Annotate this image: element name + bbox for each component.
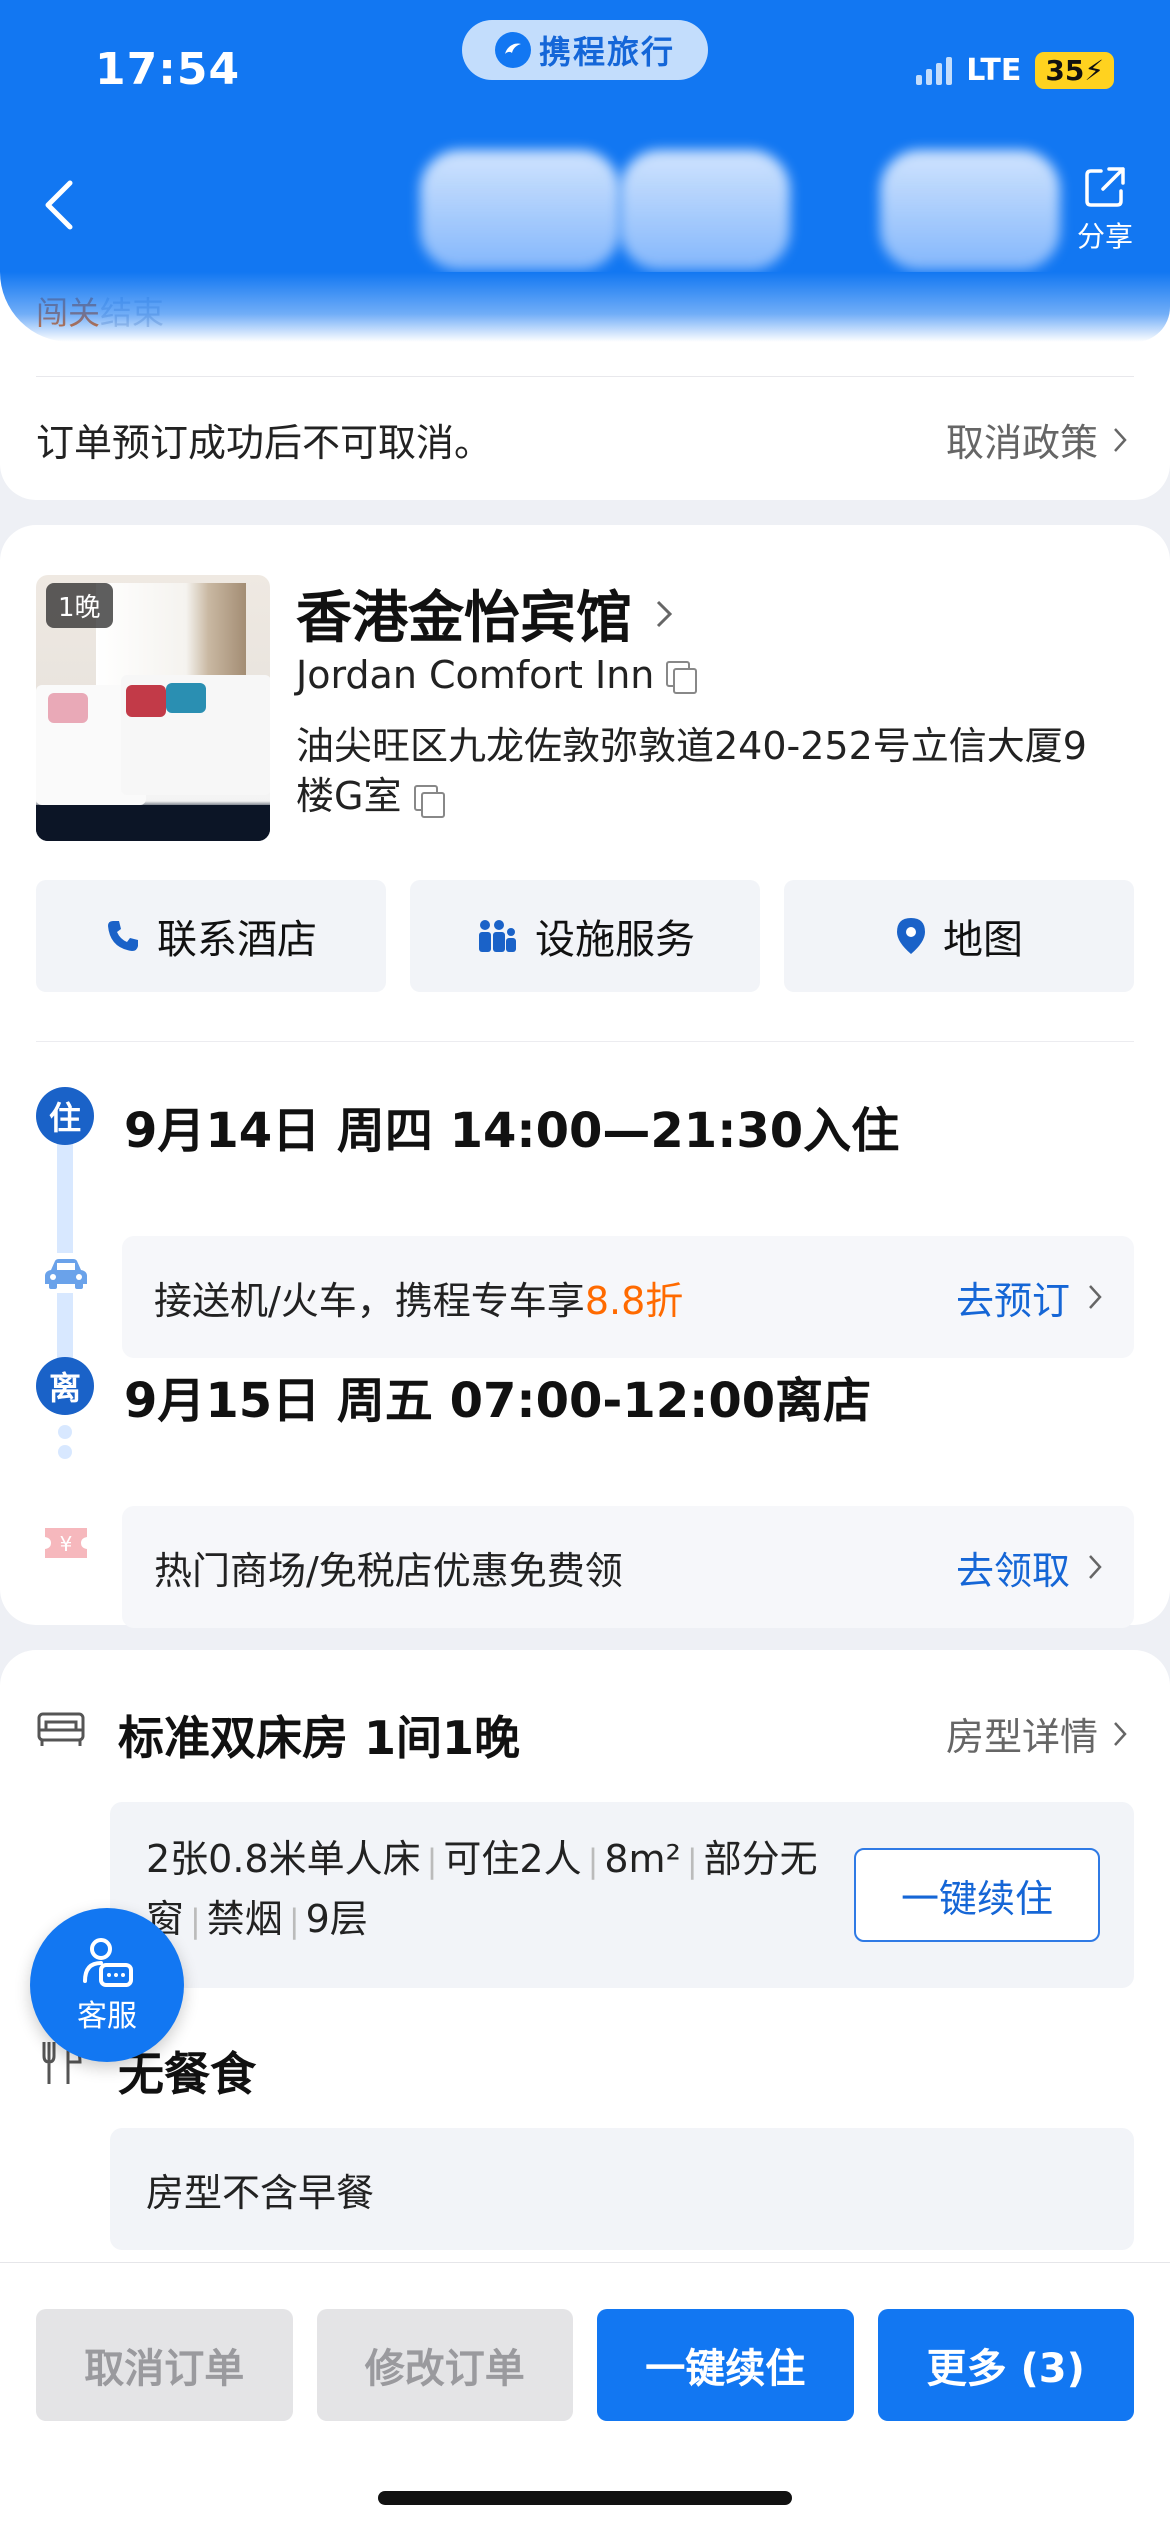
chevron-right-icon (656, 600, 673, 627)
timeline-dots (58, 1425, 72, 1459)
battery-icon: 35⚡ (1035, 52, 1114, 89)
chevron-left-icon (45, 180, 73, 230)
hotel-card: 1晚 香港金怡宾馆 Jordan Comfort Inn 油尖旺区九龙佐敦弥敦道… (0, 525, 1170, 1628)
contact-hotel-label: 联系酒店 (157, 917, 317, 963)
checkout-date: 9月15日 周五 07:00-12:00离店 (124, 1373, 872, 1429)
room-detail-link[interactable]: 房型详情 (946, 1706, 1128, 1761)
transfer-promo-text: 接送机/火车，携程专车享8.8折 (154, 1278, 684, 1323)
chevron-right-icon (1089, 1555, 1102, 1579)
redacted-smear (0, 272, 1170, 342)
car-icon (42, 1253, 90, 1293)
order-status-card: 闯关结束 订单预订成功后不可取消。 取消政策 (0, 272, 1170, 500)
map-label: 地图 (943, 917, 1023, 963)
hotel-name-en-row: Jordan Comfort Inn (296, 653, 698, 697)
copy-icon[interactable] (413, 784, 445, 818)
back-button[interactable] (40, 175, 90, 235)
share-icon (1085, 167, 1125, 207)
shopping-promo-text: 热门商场/免税店优惠免费领 (154, 1548, 623, 1593)
divider (36, 376, 1134, 377)
signal-icon (916, 56, 953, 85)
shopping-claim-link[interactable]: 去领取 (956, 1540, 1102, 1595)
cancel-policy-link[interactable]: 取消政策 (946, 412, 1128, 467)
redacted-block (420, 150, 620, 270)
customer-service-label: 客服 (77, 1999, 137, 2034)
room-info-box: 2张0.8米单人床 | 可住2人 | 8m² | 部分无窗 | 禁烟 | 9层 一键续住 (110, 1802, 1134, 1988)
hotel-name-en: Jordan Comfort Inn (296, 653, 655, 697)
meal-note: 房型不含早餐 (110, 2128, 1134, 2250)
transfer-book-link[interactable]: 去预订 (956, 1270, 1102, 1325)
bed-icon (36, 1708, 86, 1752)
map-button[interactable]: 地图 (784, 880, 1134, 992)
nights-badge: 1晚 (46, 583, 113, 628)
customer-service-icon (83, 1938, 133, 1987)
hotel-name-link[interactable]: 香港金怡宾馆 (296, 573, 674, 654)
redacted-block (880, 150, 1060, 270)
room-detail-label: 房型详情 (945, 1715, 1098, 1759)
renew-stay-button[interactable]: 一键续住 (854, 1848, 1100, 1942)
svg-text:¥: ¥ (60, 1532, 73, 1556)
customer-service-button[interactable]: 客服 (30, 1908, 184, 2062)
cancel-policy-label: 取消政策 (945, 421, 1098, 465)
home-indicator (378, 2491, 792, 2505)
room-features: 2张0.8米单人床 | 可住2人 | 8m² | 部分无窗 | 禁烟 | 9层 (146, 1837, 818, 1941)
modify-order-button[interactable]: 修改订单 (316, 2309, 573, 2421)
transfer-promo[interactable]: 接送机/火车，携程专车享8.8折 去预订 (122, 1236, 1134, 1358)
brand-name: 携程旅行 (538, 33, 675, 71)
hotel-address: 油尖旺区九龙佐敦弥敦道240-252号立信大厦9楼G室 (296, 721, 1096, 821)
coupon-icon: ¥ (42, 1523, 90, 1563)
hotel-action-row: 联系酒店 设施服务 地图 (36, 880, 1134, 992)
status-indicators: LTE 35⚡ (916, 52, 1114, 89)
divider (36, 1041, 1134, 1042)
share-label: 分享 (1076, 220, 1133, 253)
status-time: 17:54 (95, 44, 241, 95)
checkout-badge: 离 (36, 1357, 94, 1415)
redacted-block (620, 150, 790, 270)
battery-level: 35 (1045, 54, 1085, 87)
renew-stay-bottom-button[interactable]: 一键续住 (597, 2309, 854, 2421)
facilities-label: 设施服务 (535, 917, 695, 963)
bottom-button-row: 取消订单 修改订单 一键续住 更多 (3) (36, 2309, 1134, 2421)
header-bar: 17:54 携程旅行 LTE 35⚡ 分享 (0, 0, 1170, 272)
dolphin-logo-icon (494, 32, 531, 68)
copy-icon[interactable] (666, 661, 698, 694)
chevron-right-icon (1114, 427, 1127, 452)
cancel-rule-text: 订单预订成功后不可取消。 (36, 421, 493, 465)
chevron-right-icon (1089, 1285, 1102, 1309)
checkin-date: 9月14日 周四 14:00—21:30入住 (124, 1103, 900, 1159)
location-pin-icon (897, 918, 925, 954)
contact-hotel-button[interactable]: 联系酒店 (36, 880, 386, 992)
phone-icon (108, 921, 138, 951)
cancel-order-button[interactable]: 取消订单 (36, 2309, 293, 2421)
room-title: 标准双床房 1间1晚 (118, 1711, 521, 1765)
brand-badge: 携程旅行 (462, 20, 708, 80)
facilities-button[interactable]: 设施服务 (410, 880, 760, 992)
hotel-photo[interactable]: 1晚 (36, 575, 270, 841)
hotel-name: 香港金怡宾馆 (296, 586, 632, 651)
bottom-action-bar: 取消订单 修改订单 一键续住 更多 (3) (0, 2262, 1170, 2532)
checkin-badge: 住 (36, 1087, 94, 1145)
share-button[interactable]: 分享 (1070, 165, 1140, 255)
people-icon (479, 920, 516, 952)
network-type: LTE (966, 53, 1022, 88)
chevron-right-icon (1114, 1721, 1127, 1746)
shopping-promo[interactable]: 热门商场/免税店优惠免费领 去领取 (122, 1506, 1134, 1628)
more-button[interactable]: 更多 (3) (877, 2309, 1134, 2421)
